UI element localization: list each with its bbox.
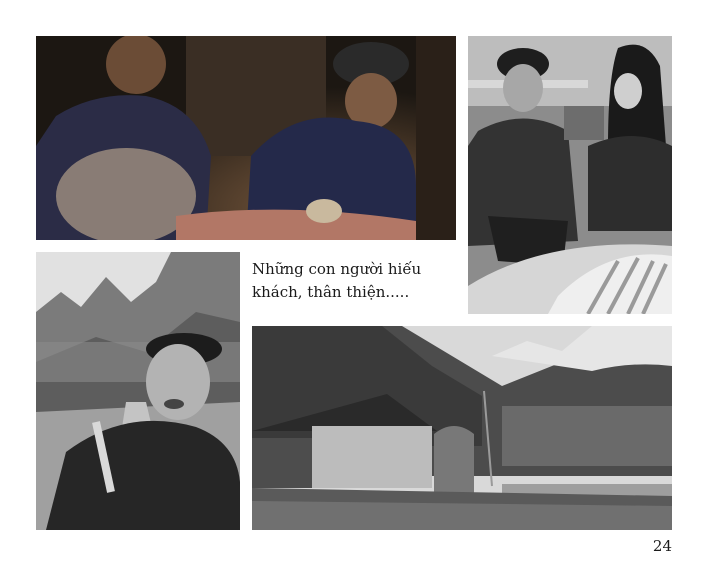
photo-village-house [252, 326, 672, 530]
photo-men-eating [36, 36, 456, 240]
page-number: 24 [652, 537, 672, 555]
photo-old-man-portrait [36, 252, 240, 530]
caption-line-2: khách, thân thiện..... [252, 283, 410, 301]
caption-line-1: Những con người hiếu [252, 260, 422, 278]
caption-text: Những con người hiếu khách, thân thiện..… [252, 258, 457, 304]
photo-market-women [468, 36, 672, 314]
